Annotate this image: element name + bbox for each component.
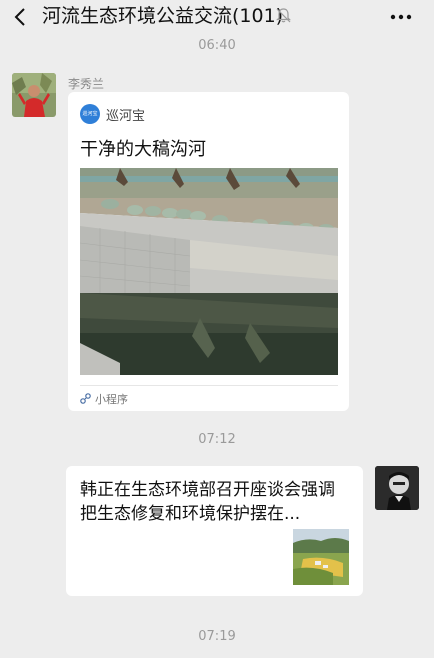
miniprogram-card[interactable]: 巡河宝 巡河宝 干净的大稿沟河 小程序 [68, 92, 349, 411]
card-divider [80, 385, 338, 386]
sender-name: 李秀兰 [68, 77, 105, 91]
timestamp: 06:40 [198, 38, 236, 53]
miniprogram-logo: 巡河宝 [80, 104, 100, 124]
bell-off-icon [276, 8, 291, 23]
chat-header: 河流生态环境公益交流(101) [0, 0, 434, 34]
miniprogram-label: 小程序 [95, 393, 128, 406]
article-thumbnail [293, 529, 349, 585]
miniprogram-link-icon [80, 393, 91, 404]
miniprogram-name: 巡河宝 [106, 109, 146, 124]
chat-title: 河流生态环境公益交流(101) [42, 5, 284, 27]
timestamp: 07:19 [198, 629, 236, 644]
chevron-left-icon[interactable] [10, 6, 32, 28]
avatar[interactable] [12, 73, 56, 117]
timestamp: 07:12 [198, 432, 236, 447]
article-card[interactable]: 韩正在生态环境部召开座谈会强调 把生态修复和环境保护摆在... [66, 466, 363, 596]
river-photo [80, 168, 338, 375]
miniprogram-title: 干净的大稿沟河 [80, 139, 206, 160]
chat-screen: 河流生态环境公益交流(101) 06:40 李秀兰 巡河宝 巡河宝 干净的大稿沟… [0, 0, 434, 658]
article-title: 韩正在生态环境部召开座谈会强调 把生态修复和环境保护摆在... [80, 480, 335, 524]
avatar[interactable] [375, 466, 419, 510]
more-dots-icon[interactable] [389, 7, 413, 27]
